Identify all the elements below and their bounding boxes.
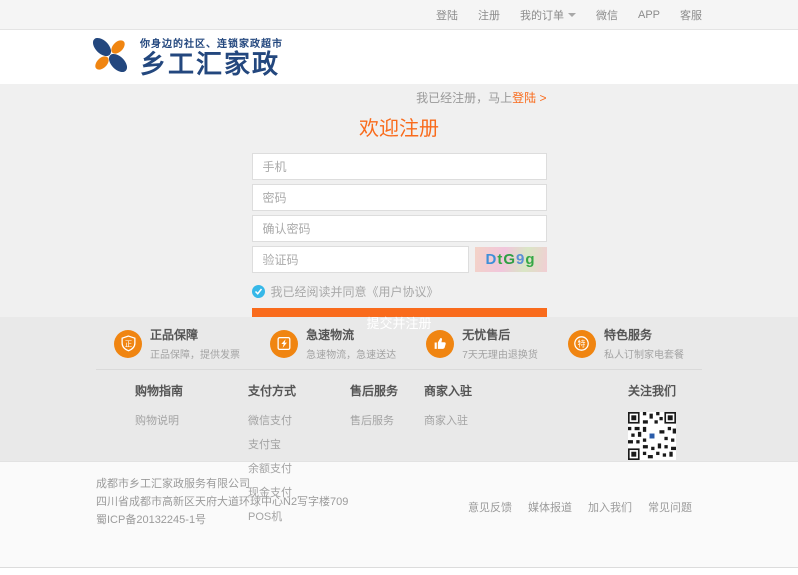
feature-title: 正品保障 xyxy=(150,326,240,343)
chevron-down-icon xyxy=(568,13,576,17)
wechat-qr-code xyxy=(628,412,676,465)
feature-special: 特 特色服务 私人订制家电套餐 xyxy=(568,326,684,361)
topbar-link-wechat[interactable]: 微信 xyxy=(596,7,618,23)
brand-logo[interactable]: 你身边的社区、连锁家政超市 乡工汇家政 xyxy=(88,33,283,82)
footer-links: 意见反馈 媒体报道 加入我们 常见问题 xyxy=(468,499,692,515)
company-name: 成都市乡工汇家政服务有限公司 xyxy=(96,475,702,493)
footnav-col-aftersale: 售后服务 售后服务 xyxy=(350,382,398,436)
footnav-title: 商家入驻 xyxy=(424,382,472,399)
footnav-link[interactable]: 购物说明 xyxy=(135,412,183,428)
pinwheel-logo-icon xyxy=(88,33,132,82)
captcha-image[interactable]: D t G 9 g xyxy=(475,247,547,272)
svg-text:正: 正 xyxy=(124,339,132,348)
footnav-col-merchant: 商家入驻 商家入驻 xyxy=(424,382,472,436)
footer-nav: 购物指南 购物说明 支付方式 微信支付 支付宝 余额支付 现金支付 POS机 售… xyxy=(96,382,702,474)
fast-delivery-icon xyxy=(270,330,298,358)
captcha-input[interactable] xyxy=(252,246,469,273)
captcha-char: G xyxy=(503,251,516,268)
footnav-col-follow-us: 关注我们 xyxy=(628,382,676,465)
features-section: 正 正品保障 正品保障，提供发票 急速物流 急速物流，急速送达 无忧售后 7天无… xyxy=(0,317,798,461)
phone-input[interactable] xyxy=(252,153,547,180)
confirm-password-input[interactable] xyxy=(252,215,547,242)
footer-link-media[interactable]: 媒体报道 xyxy=(528,499,572,515)
feature-title: 特色服务 xyxy=(604,326,684,343)
feature-desc: 7天无理由退换货 xyxy=(462,346,538,361)
feature-title: 无忧售后 xyxy=(462,326,538,343)
feature-title: 急速物流 xyxy=(306,326,396,343)
svg-text:特: 特 xyxy=(578,338,586,348)
topbar-link-service[interactable]: 客服 xyxy=(680,7,702,23)
top-utility-bar: 登陆 注册 我的订单 微信 APP 客服 xyxy=(0,0,798,30)
page-title: 欢迎注册 xyxy=(252,112,547,141)
brand-tagline: 你身边的社区、连锁家政超市 xyxy=(140,35,283,50)
footnav-link[interactable]: 售后服务 xyxy=(350,412,398,428)
footnav-link[interactable]: 余额支付 xyxy=(248,460,296,476)
special-service-icon: 特 xyxy=(568,330,596,358)
footnav-title: 购物指南 xyxy=(135,382,183,399)
footnav-title: 售后服务 xyxy=(350,382,398,399)
check-icon xyxy=(254,287,263,296)
footnav-col-shopping-guide: 购物指南 购物说明 xyxy=(135,382,183,436)
feature-desc: 正品保障，提供发票 xyxy=(150,346,240,361)
footer-link-join-us[interactable]: 加入我们 xyxy=(588,499,632,515)
section-divider xyxy=(96,369,702,370)
footer-info-section: 成都市乡工汇家政服务有限公司 四川省成都市高新区天府大道环球中心N2写字楼709… xyxy=(0,461,798,567)
agree-checkbox[interactable] xyxy=(252,285,265,298)
login-link[interactable]: 登陆 xyxy=(512,91,536,105)
captcha-char: D xyxy=(485,251,497,268)
topbar-link-app[interactable]: APP xyxy=(638,9,660,21)
feature-desc: 私人订制家电套餐 xyxy=(604,346,684,361)
already-registered-row: 我已经注册，马上登陆 > xyxy=(252,84,547,108)
feature-aftersale: 无忧售后 7天无理由退换货 xyxy=(426,326,538,361)
footnav-title: 关注我们 xyxy=(628,382,676,399)
feature-desc: 急速物流，急速送达 xyxy=(306,346,396,361)
footnav-title: 支付方式 xyxy=(248,382,296,399)
password-input[interactable] xyxy=(252,184,547,211)
genuine-shield-icon: 正 xyxy=(114,330,142,358)
register-section: 我已经注册，马上登陆 > 欢迎注册 D t G 9 g 我已经阅读并同意《用户协… xyxy=(0,84,798,317)
topbar-link-my-orders[interactable]: 我的订单 xyxy=(520,7,576,23)
feature-delivery: 急速物流 急速物流，急速送达 xyxy=(270,326,396,361)
topbar-link-login[interactable]: 登陆 xyxy=(436,7,458,23)
bottom-strip xyxy=(0,567,798,574)
footnav-link[interactable]: 微信支付 xyxy=(248,412,296,428)
footer-link-feedback[interactable]: 意见反馈 xyxy=(468,499,512,515)
captcha-char: 9 xyxy=(516,251,525,268)
header: 你身边的社区、连锁家政超市 乡工汇家政 xyxy=(0,30,798,84)
thumbs-up-icon xyxy=(426,330,454,358)
brand-name: 乡工汇家政 xyxy=(140,50,283,79)
footer-link-faq[interactable]: 常见问题 xyxy=(648,499,692,515)
footnav-link[interactable]: 支付宝 xyxy=(248,436,296,452)
footnav-link[interactable]: 商家入驻 xyxy=(424,412,472,428)
topbar-link-register[interactable]: 注册 xyxy=(478,7,500,23)
login-arrow: > xyxy=(539,91,546,105)
agree-text[interactable]: 我已经阅读并同意《用户协议》 xyxy=(271,283,439,300)
captcha-char: g xyxy=(525,251,535,268)
already-registered-text: 我已经注册，马上 xyxy=(416,91,512,105)
feature-genuine: 正 正品保障 正品保障，提供发票 xyxy=(114,326,240,361)
